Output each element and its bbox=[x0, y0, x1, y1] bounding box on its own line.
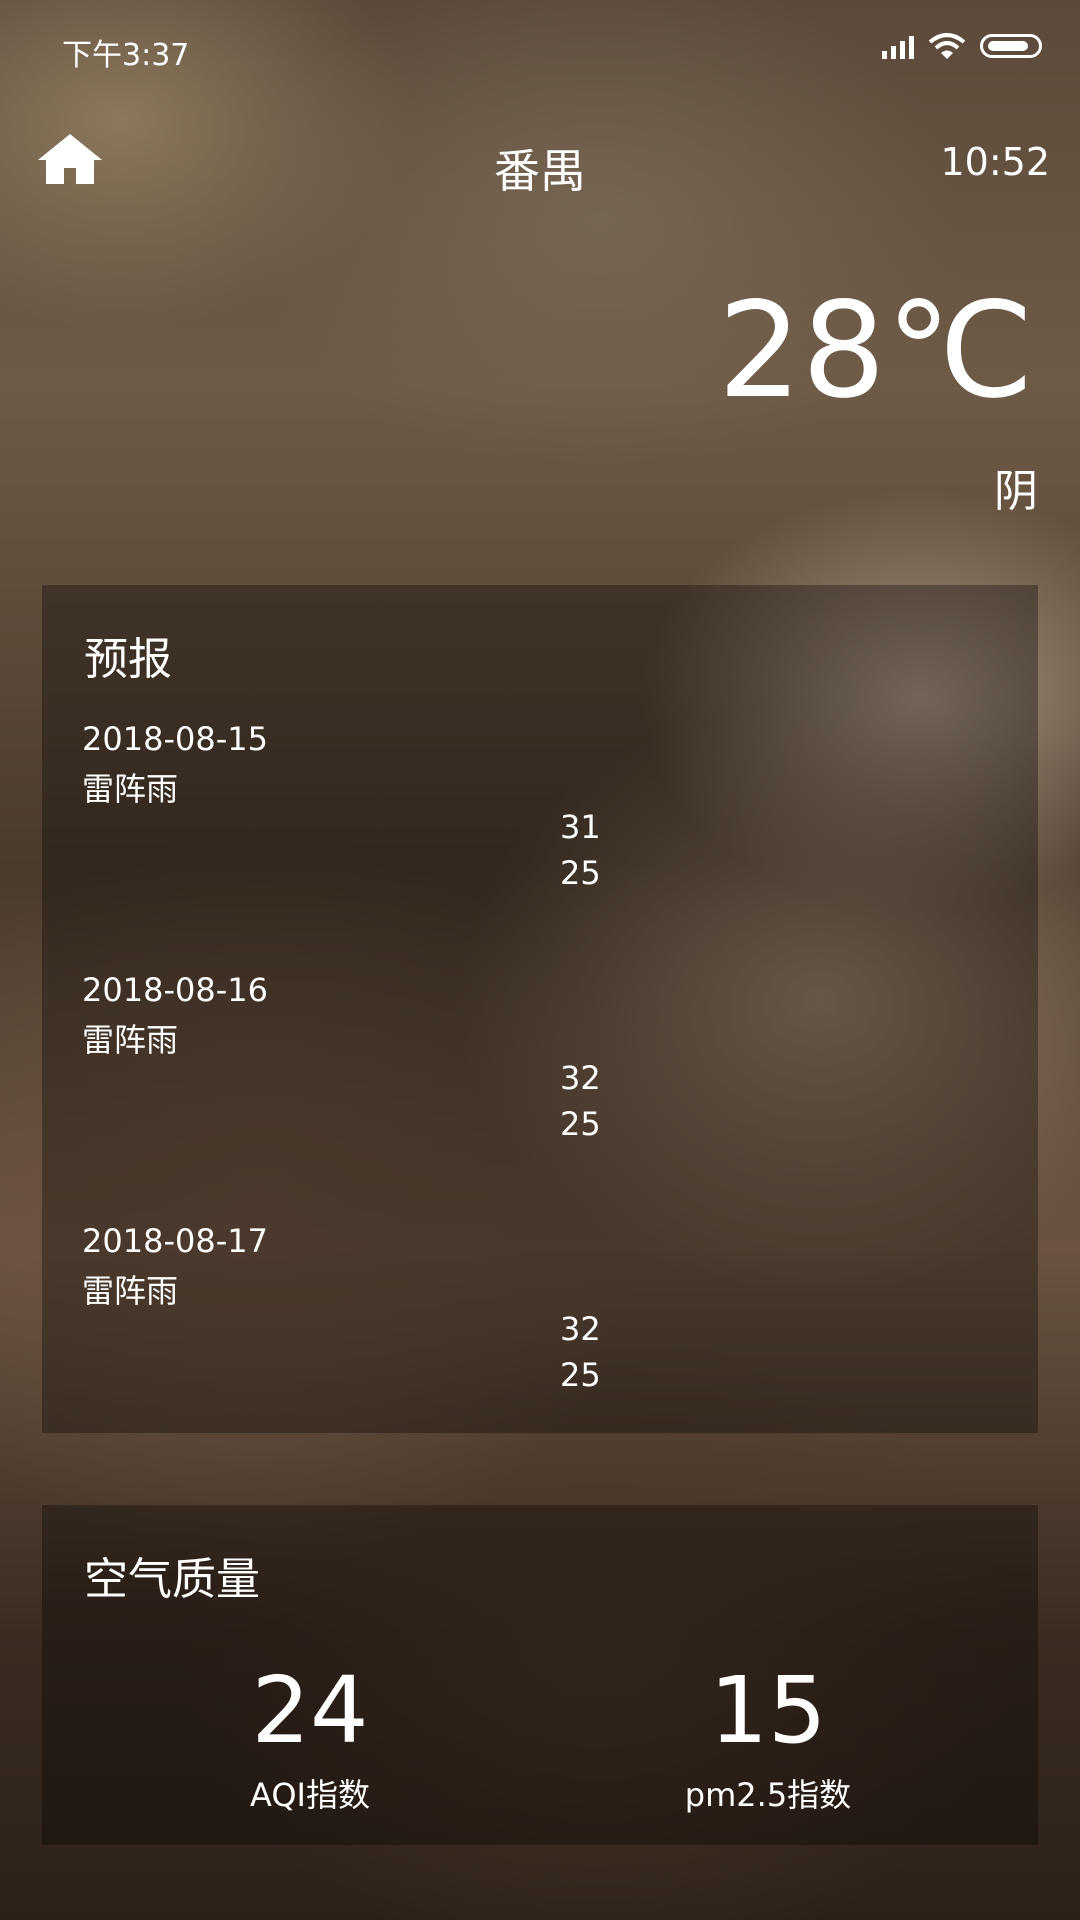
aqi-label: AQI指数 bbox=[250, 1776, 370, 1814]
aqi-value: 24 bbox=[251, 1657, 369, 1764]
forecast-date: 2018-08-16 bbox=[82, 971, 268, 1009]
city-title: 番禺 bbox=[494, 144, 586, 198]
forecast-min-temp: 25 bbox=[560, 1105, 601, 1143]
forecast-max-temp: 32 bbox=[560, 1310, 601, 1348]
aqi-panel: 空气质量 24 AQI指数 15 pm2.5指数 bbox=[42, 1505, 1038, 1845]
forecast-date: 2018-08-17 bbox=[82, 1222, 268, 1260]
signal-icon bbox=[882, 33, 914, 59]
battery-icon bbox=[980, 34, 1042, 58]
forecast-item: 2018-08-17 雷阵雨 32 25 bbox=[82, 1222, 982, 1422]
status-bar-icons bbox=[882, 32, 1042, 60]
status-bar-time: 下午3:37 bbox=[62, 38, 190, 73]
forecast-item: 2018-08-15 雷阵雨 31 25 bbox=[82, 720, 982, 920]
forecast-max-temp: 32 bbox=[560, 1059, 601, 1097]
forecast-max-temp: 31 bbox=[560, 808, 601, 846]
forecast-min-temp: 25 bbox=[560, 1356, 601, 1394]
pm25-label: pm2.5指数 bbox=[684, 1776, 852, 1814]
aqi-title: 空气质量 bbox=[84, 1554, 260, 1605]
current-weather: 阴 bbox=[994, 466, 1038, 517]
update-time: 10:52 bbox=[940, 140, 1050, 184]
forecast-date: 2018-08-15 bbox=[82, 720, 268, 758]
forecast-panel: 预报 2018-08-15 雷阵雨 31 25 2018-08-16 雷阵雨 3… bbox=[42, 585, 1038, 1433]
pm25-value: 15 bbox=[709, 1657, 827, 1764]
forecast-condition: 雷阵雨 bbox=[82, 770, 179, 808]
forecast-condition: 雷阵雨 bbox=[82, 1272, 179, 1310]
current-temperature: 28℃ bbox=[717, 274, 1034, 428]
wifi-icon bbox=[928, 33, 966, 59]
forecast-condition: 雷阵雨 bbox=[82, 1021, 179, 1059]
forecast-item: 2018-08-16 雷阵雨 32 25 bbox=[82, 971, 982, 1171]
forecast-title: 预报 bbox=[84, 634, 172, 685]
forecast-min-temp: 25 bbox=[560, 854, 601, 892]
